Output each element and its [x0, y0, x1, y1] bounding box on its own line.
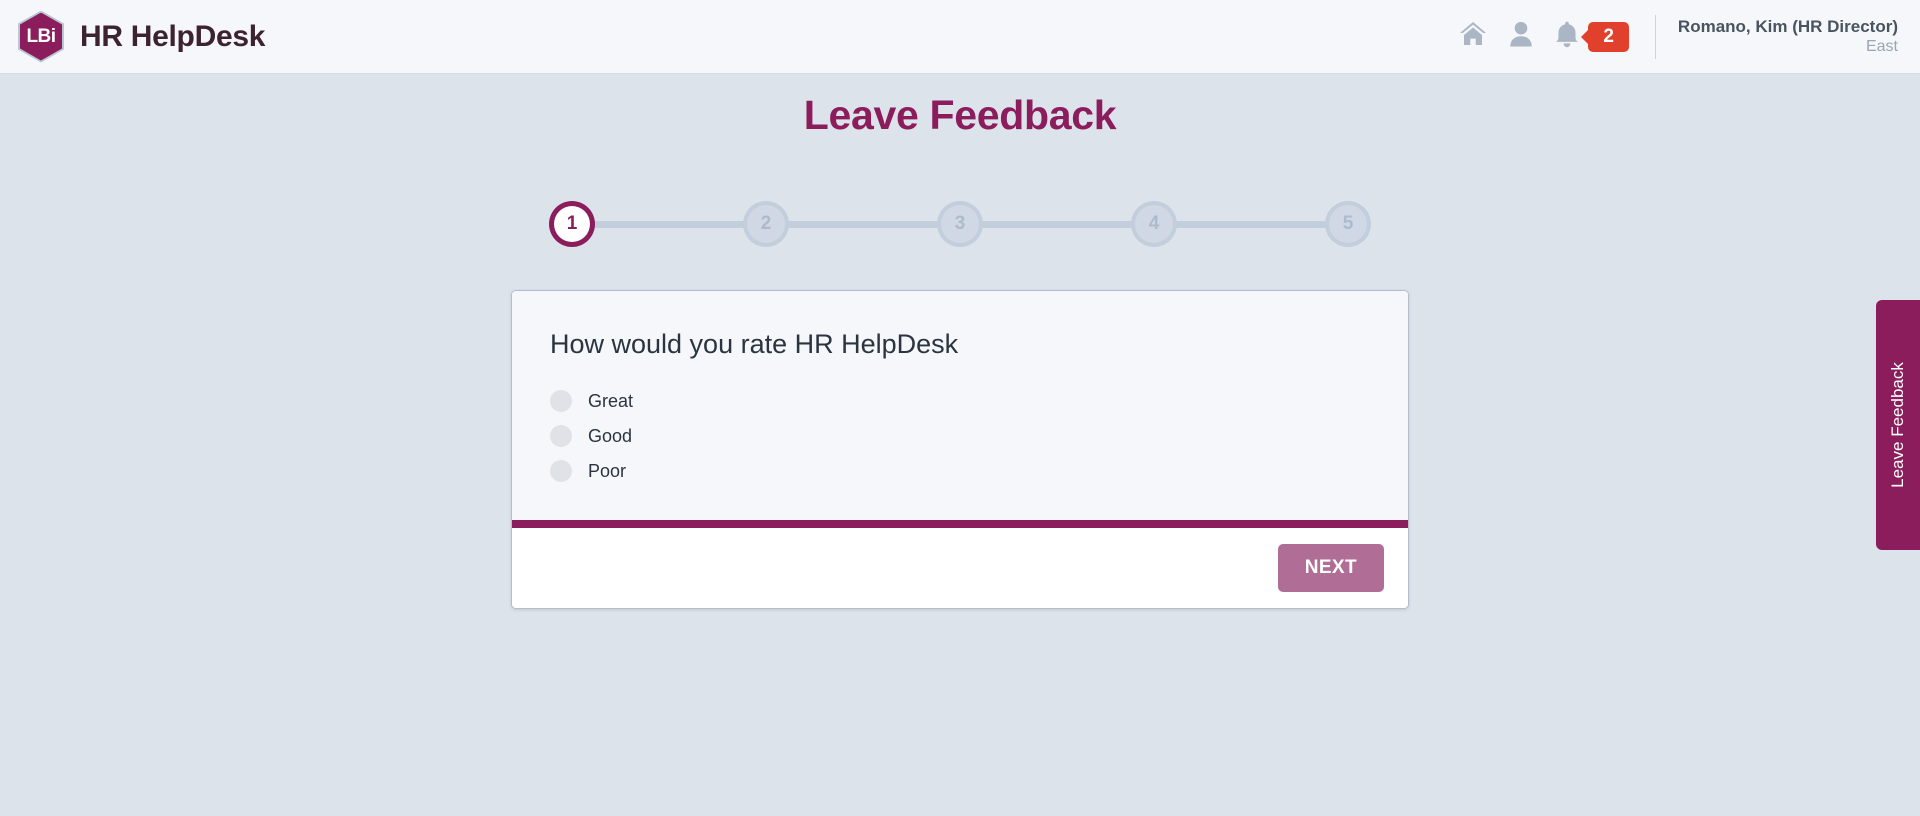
card-accent-rule [512, 520, 1408, 528]
option-label-poor: Poor [588, 460, 627, 481]
header-divider [1654, 14, 1656, 59]
step-2[interactable]: 2 [743, 201, 789, 247]
step-4[interactable]: 4 [1131, 201, 1177, 247]
brand-name: HR HelpDesk [80, 19, 266, 53]
step-5-number: 5 [1342, 213, 1354, 234]
card-body: How would you rate HR HelpDesk Great Goo… [512, 291, 1408, 520]
notifications-group[interactable]: 2 [1555, 21, 1629, 53]
app-header: LBi HR HelpDesk 2 Romano, Kim (HR Direct… [0, 0, 1920, 74]
user-name: Romano, Kim (HR Director) [1677, 16, 1898, 36]
logo-text: LBi [26, 26, 56, 47]
step-1-number: 1 [566, 213, 578, 234]
user-region: East [1865, 38, 1898, 56]
home-icon[interactable] [1459, 21, 1487, 52]
step-5[interactable]: 5 [1325, 201, 1371, 247]
user-icon[interactable] [1509, 21, 1533, 52]
header-icon-group: 2 [1459, 21, 1629, 53]
card-footer: NEXT [512, 528, 1408, 608]
leave-feedback-side-tab-label: Leave Feedback [1888, 362, 1908, 488]
page-title: Leave Feedback [803, 92, 1117, 138]
feedback-card: How would you rate HR HelpDesk Great Goo… [511, 290, 1409, 609]
radio-icon-poor[interactable] [550, 460, 572, 482]
option-label-good: Good [588, 425, 633, 446]
leave-feedback-side-tab[interactable]: Leave Feedback [1876, 300, 1920, 550]
option-poor[interactable]: Poor [550, 460, 1370, 482]
option-great[interactable]: Great [550, 390, 1370, 412]
step-connector-2 [787, 220, 939, 228]
step-3-number: 3 [954, 213, 966, 234]
notification-badge[interactable]: 2 [1588, 21, 1629, 52]
radio-icon-great[interactable] [550, 390, 572, 412]
header-right: 2 Romano, Kim (HR Director) East [1459, 0, 1898, 73]
option-good[interactable]: Good [550, 425, 1370, 447]
step-3[interactable]: 3 [937, 201, 983, 247]
step-4-number: 4 [1148, 213, 1160, 234]
user-info[interactable]: Romano, Kim (HR Director) East [1678, 16, 1898, 57]
hexagon-logo-icon: LBi [18, 10, 64, 63]
question-text: How would you rate HR HelpDesk [550, 329, 959, 359]
progress-stepper: 1 2 3 4 5 [549, 199, 1371, 249]
step-connector-1 [593, 220, 745, 228]
step-2-number: 2 [760, 213, 772, 234]
step-connector-4 [1175, 220, 1327, 228]
radio-icon-good[interactable] [550, 425, 572, 447]
next-button[interactable]: NEXT [1277, 544, 1384, 592]
step-1[interactable]: 1 [549, 201, 595, 247]
bell-icon[interactable] [1555, 21, 1579, 53]
option-label-great: Great [588, 390, 634, 411]
brand[interactable]: LBi HR HelpDesk [18, 10, 266, 63]
rating-options: Great Good Poor [550, 390, 1370, 482]
step-connector-3 [981, 220, 1133, 228]
